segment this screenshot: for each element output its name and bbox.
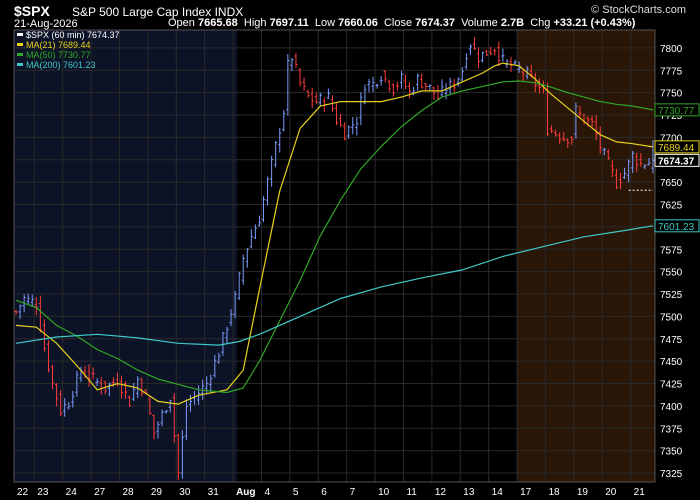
legend-entry: $SPX (60 min) 7674.37 <box>26 30 120 40</box>
x-tick-label: 5 <box>293 487 299 498</box>
y-tick-label: 7350 <box>660 447 683 458</box>
last-value-label: 7730.77 <box>654 103 700 117</box>
legend-entry: MA(21) 7689.44 <box>26 40 91 50</box>
legend-swatch <box>17 63 23 66</box>
last-value-text: 7674.37 <box>658 156 695 167</box>
x-tick-label: 7 <box>350 487 356 498</box>
last-value-text: 7730.77 <box>658 106 695 117</box>
x-tick-label: 11 <box>406 487 417 498</box>
y-tick-label: 7450 <box>660 357 683 368</box>
x-tick-label: 28 <box>122 487 134 498</box>
x-tick-label: 10 <box>378 487 390 498</box>
last-value-text: 7601.23 <box>658 222 695 233</box>
y-tick-label: 7625 <box>660 201 683 212</box>
y-tick-label: 7425 <box>660 380 683 391</box>
y-tick-label: 7500 <box>660 312 683 323</box>
x-tick-label: 17 <box>520 487 532 498</box>
x-tick-label: 29 <box>151 487 163 498</box>
legend-entry: MA(200) 7601.23 <box>26 60 96 70</box>
last-value-label: 7689.44 <box>654 140 700 154</box>
shaded-region-0 <box>14 30 238 482</box>
x-tick-label: Aug <box>236 487 255 498</box>
x-tick-label: 22 <box>17 487 29 498</box>
x-tick-label: 21 <box>634 487 646 498</box>
legend-swatch <box>17 33 23 36</box>
legend-swatch <box>17 53 23 56</box>
price-chart[interactable]: 7325 7350 7375 7400 7425 7450 7475 7500 7525 7550… <box>0 0 700 500</box>
legend-entry: MA(50) 7730.77 <box>26 50 91 60</box>
x-tick-label: 30 <box>179 487 191 498</box>
x-tick-label: 12 <box>435 487 447 498</box>
y-tick-label: 7650 <box>660 178 683 189</box>
x-tick-label: 18 <box>548 487 560 498</box>
y-tick-label: 7750 <box>660 89 683 100</box>
y-tick-label: 7775 <box>660 66 683 77</box>
x-tick-label: 31 <box>208 487 220 498</box>
x-tick-label: 19 <box>577 487 589 498</box>
y-tick-label: 7375 <box>660 424 683 435</box>
last-value-label: 7601.23 <box>654 219 700 233</box>
x-tick-label: 27 <box>94 487 106 498</box>
y-tick-label: 7325 <box>660 469 683 480</box>
x-tick-label: 6 <box>321 487 327 498</box>
y-tick-label: 7525 <box>660 290 683 301</box>
x-tick-label: 23 <box>37 487 49 498</box>
x-tick-label: 13 <box>463 487 475 498</box>
x-tick-label: 24 <box>66 487 78 498</box>
x-tick-label: 14 <box>492 487 504 498</box>
last-value-text: 7689.44 <box>658 143 695 154</box>
x-tick-label: 20 <box>605 487 617 498</box>
y-tick-label: 7475 <box>660 335 683 346</box>
x-tick-label: 4 <box>264 487 270 498</box>
y-tick-label: 7575 <box>660 245 683 256</box>
last-value-label: 7674.37 <box>654 153 700 167</box>
y-tick-label: 7550 <box>660 268 683 279</box>
legend-swatch <box>17 43 23 46</box>
y-tick-label: 7800 <box>660 44 683 55</box>
y-tick-label: 7400 <box>660 402 683 413</box>
